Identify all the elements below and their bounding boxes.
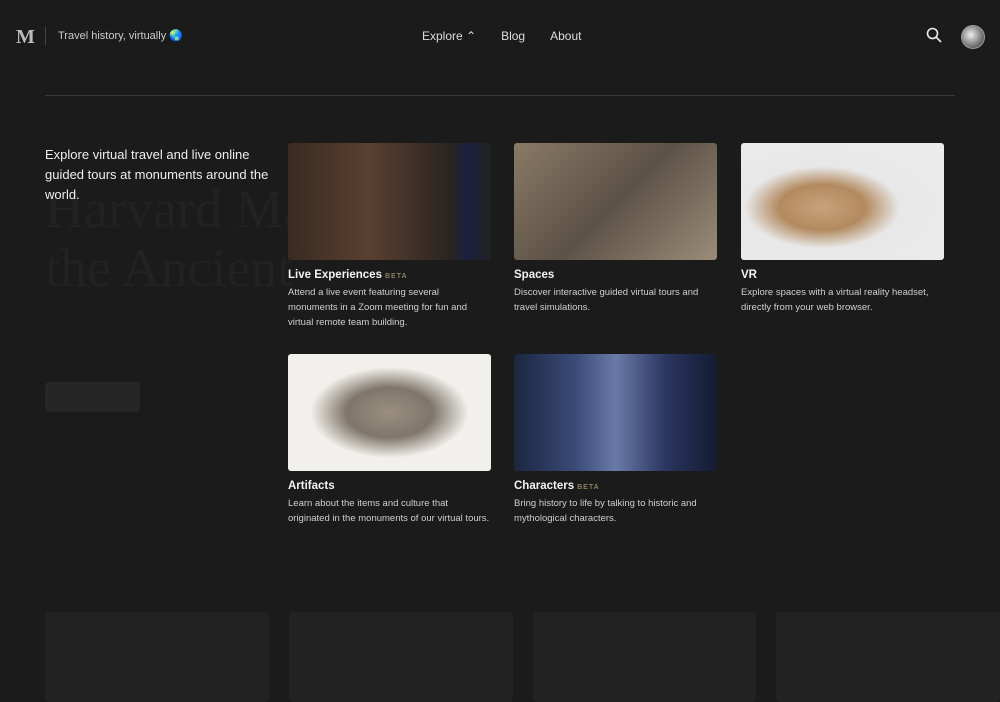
card-image bbox=[741, 143, 944, 260]
card-title: Live Experiences bbox=[288, 269, 382, 281]
card-title: Spaces bbox=[514, 269, 555, 281]
card-live-experiences[interactable]: Live Experiences BETA Attend a live event… bbox=[288, 143, 491, 330]
card-title: Characters bbox=[514, 480, 575, 492]
divider bbox=[45, 27, 46, 45]
card-spaces[interactable]: Spaces Discover interactive guided virtu… bbox=[514, 143, 717, 315]
tagline: Travel history, virtually 🌏 bbox=[58, 30, 183, 42]
card-description: Explore spaces with a virtual reality he… bbox=[741, 287, 929, 313]
background-button bbox=[45, 382, 140, 412]
nav-blog[interactable]: Blog bbox=[501, 29, 525, 43]
card-title: VR bbox=[741, 269, 757, 281]
card-vr[interactable]: VR Explore spaces with a virtual reality… bbox=[741, 143, 944, 315]
main-nav: Explore ⌃ Blog About bbox=[422, 29, 581, 43]
card-image bbox=[288, 143, 491, 260]
avatar[interactable] bbox=[961, 25, 985, 49]
card-description: Attend a live event featuring several mo… bbox=[288, 287, 468, 328]
intro-text: Explore virtual travel and live online g… bbox=[45, 147, 269, 202]
card-description: Learn about the items and culture that o… bbox=[288, 498, 490, 524]
card-title: Artifacts bbox=[288, 480, 335, 492]
logo[interactable]: M bbox=[16, 26, 35, 49]
card-characters[interactable]: Characters BETA Bring history to life by … bbox=[514, 354, 717, 526]
nav-about[interactable]: About bbox=[550, 29, 581, 43]
beta-badge: BETA bbox=[384, 273, 408, 280]
card-image bbox=[514, 354, 717, 471]
card-image bbox=[514, 143, 717, 260]
card-image bbox=[288, 354, 491, 471]
beta-badge: BETA bbox=[577, 484, 600, 491]
search-icon[interactable] bbox=[926, 27, 942, 43]
divider bbox=[45, 95, 955, 96]
nav-explore[interactable]: Explore ⌃ bbox=[422, 29, 476, 43]
card-description: Bring history to life by talking to hist… bbox=[514, 498, 697, 524]
card-description: Discover interactive guided virtual tour… bbox=[514, 287, 699, 313]
card-artifacts[interactable]: Artifacts Learn about the items and cult… bbox=[288, 354, 491, 526]
